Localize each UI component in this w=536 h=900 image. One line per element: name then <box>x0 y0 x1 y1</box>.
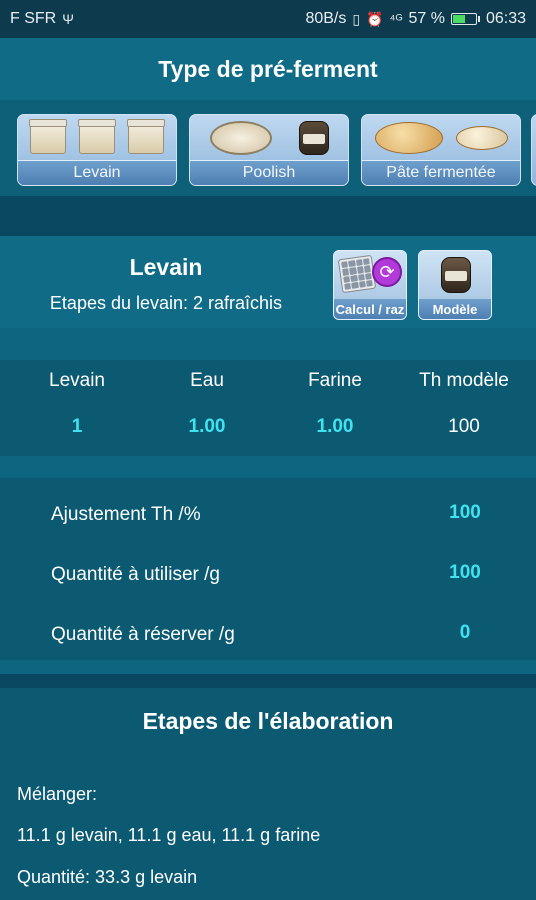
type-next-card[interactable] <box>531 114 536 186</box>
etapes-title: Etapes de l'élaboration <box>142 708 394 734</box>
divider <box>0 328 536 360</box>
preferment-type-selector: Levain Poolish Pâte fermentée <box>0 100 536 196</box>
etapes-section: Etapes de l'élaboration Mélanger: 11.1 g… <box>0 688 536 900</box>
farine-value[interactable]: 1.00 <box>268 416 402 438</box>
type-label: Levain <box>18 160 176 185</box>
calculator-icon <box>337 254 377 294</box>
poolish-bowl-icon <box>190 115 348 161</box>
etape-line: 11.1 g levain, 11.1 g eau, 11.1 g farine <box>17 825 321 845</box>
usb-icon: Ψ <box>62 11 74 27</box>
calc-reset-label: Calcul / raz <box>334 299 406 319</box>
alarm-icon: ⏰ <box>366 10 384 27</box>
adjustment-label: Ajustement Th /% <box>51 504 201 525</box>
vibrate-icon: ▯ <box>352 10 361 27</box>
quantity-use-value[interactable]: 100 <box>420 562 510 584</box>
levain-subtitle: Etapes du levain: 2 rafraîchis <box>49 293 283 313</box>
page-title: Type de pré-ferment <box>0 38 536 100</box>
calc-reset-button[interactable]: ⟳ Calcul / raz <box>333 250 407 320</box>
carrier-label: F SFR <box>10 10 57 27</box>
levain-title: Levain <box>129 254 203 280</box>
header-levain: Levain <box>49 370 105 391</box>
divider <box>0 196 536 236</box>
eau-value[interactable]: 1.00 <box>140 416 274 438</box>
model-button[interactable]: Modèle <box>418 250 492 320</box>
battery-icon <box>450 13 480 25</box>
clock: 06:33 <box>485 10 526 27</box>
quantity-reserve-label: Quantité à réserver /g <box>51 624 235 645</box>
quantity-use-row: Quantité à utiliser /g 100 <box>0 556 536 596</box>
refresh-icon: ⟳ <box>372 257 402 287</box>
levain-section: Levain Etapes du levain: 2 rafraîchis ⟳ … <box>0 236 536 328</box>
header-farine: Farine <box>308 370 362 391</box>
jar-icon <box>441 257 471 293</box>
status-bar: F SFR Ψ 80B/s ▯ ⏰ ⁴ᴳ 57 % 06:33 <box>0 0 536 38</box>
divider <box>0 456 536 478</box>
header-eau: Eau <box>190 370 224 391</box>
levain-value[interactable]: 1 <box>10 416 144 438</box>
etape-line: Quantité: 33.3 g levain <box>17 867 198 887</box>
type-label: Pâte fermentée <box>362 160 520 185</box>
model-label: Modèle <box>419 299 491 319</box>
etape-line: Mélanger: <box>17 784 98 804</box>
bread-loaves-icon <box>362 115 520 161</box>
ratio-table: Levain Eau Farine Th modèle 1 1.00 1.00 … <box>0 360 536 456</box>
adjustment-value[interactable]: 100 <box>420 502 510 524</box>
type-poolish-button[interactable]: Poolish <box>189 114 349 186</box>
quantity-reserve-row: Quantité à réserver /g 0 <box>0 616 536 656</box>
divider <box>0 660 536 688</box>
quantity-use-label: Quantité à utiliser /g <box>51 564 220 585</box>
levain-jars-icon <box>18 115 176 161</box>
th-modele-value: 100 <box>448 416 480 437</box>
signal-icon: ⁴ᴳ <box>389 11 403 27</box>
header-th-modele: Th modèle <box>419 370 509 391</box>
battery-percent: 57 % <box>408 10 445 27</box>
adjustment-section: Ajustement Th /% 100 Quantité à utiliser… <box>0 478 536 660</box>
adjustment-row: Ajustement Th /% 100 <box>0 496 536 536</box>
type-levain-button[interactable]: Levain <box>17 114 177 186</box>
type-label: Poolish <box>190 160 348 185</box>
network-speed: 80B/s <box>305 10 347 27</box>
quantity-reserve-value[interactable]: 0 <box>420 622 510 644</box>
type-pate-fermentee-button[interactable]: Pâte fermentée <box>361 114 521 186</box>
